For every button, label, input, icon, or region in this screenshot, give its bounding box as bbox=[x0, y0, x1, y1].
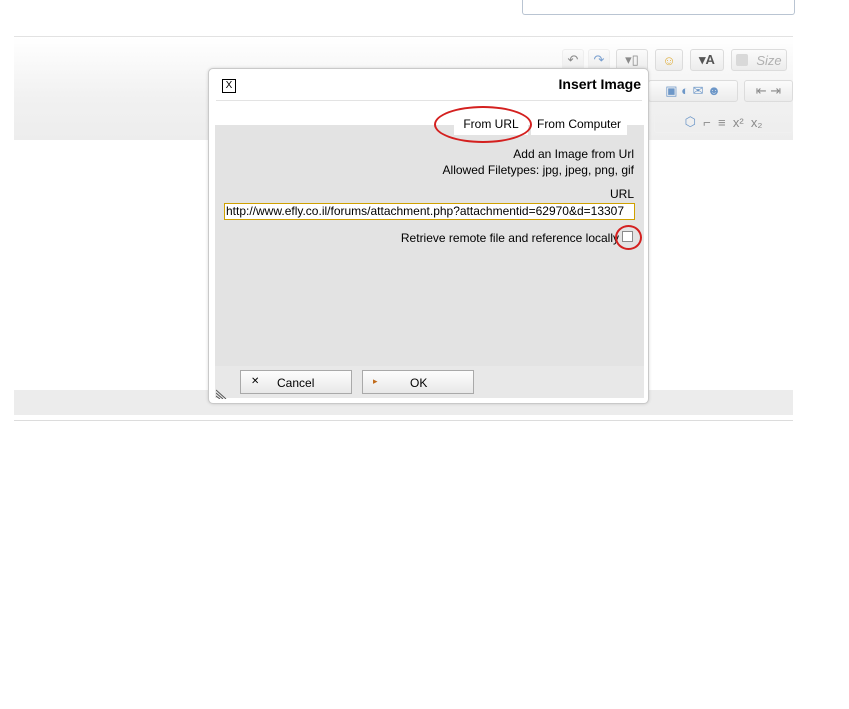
panel-heading: Add an Image from Url bbox=[513, 147, 634, 161]
font-color-icon[interactable]: ▾A bbox=[690, 49, 724, 71]
subscript-icon[interactable]: x₂ bbox=[751, 115, 763, 130]
resize-handle-icon[interactable] bbox=[216, 389, 228, 399]
retrieve-locally-label: Retrieve remote file and reference local… bbox=[400, 231, 619, 245]
size-placeholder: Size bbox=[756, 52, 782, 68]
align-icon[interactable]: ≡ bbox=[718, 115, 726, 130]
format-icons-group[interactable]: ⬡ ⌐ ≡ x² x₂ bbox=[654, 111, 793, 133]
ok-button[interactable]: ▸ OK bbox=[362, 370, 474, 394]
annotation-circle-from-url bbox=[434, 106, 532, 143]
divider bbox=[14, 420, 793, 421]
quote-icon[interactable]: ⌐ bbox=[703, 115, 711, 130]
indent-icons-group[interactable]: ⇤ ⇥ bbox=[744, 80, 793, 102]
close-button[interactable]: X bbox=[222, 79, 236, 93]
cancel-label: Cancel bbox=[277, 376, 315, 390]
dialog-footer: ✕ Cancel ▸ OK bbox=[215, 366, 644, 398]
annotation-circle-checkbox bbox=[615, 225, 642, 250]
play-icon: ▸ bbox=[373, 376, 378, 386]
url-input[interactable]: http://www.efly.co.il/forums/attachment.… bbox=[224, 203, 635, 220]
allowed-filetypes: Allowed Filetypes: jpg, jpeg, png, gif bbox=[442, 163, 634, 177]
url-panel: Add an Image from Url Allowed Filetypes:… bbox=[215, 125, 644, 366]
divider bbox=[216, 100, 642, 101]
close-icon: ✕ bbox=[251, 376, 260, 387]
url-label: URL bbox=[609, 187, 634, 201]
link-icon[interactable]: ⬡ bbox=[685, 114, 696, 130]
insert-icons-group[interactable]: ▣ ◐ ✉ ☻ bbox=[648, 80, 738, 102]
smiley-icon[interactable]: ☺ bbox=[655, 49, 683, 71]
tab-from-computer[interactable]: From Computer bbox=[531, 114, 627, 135]
top-text-field[interactable] bbox=[522, 0, 795, 15]
superscript-icon[interactable]: x² bbox=[733, 115, 744, 130]
insert-image-dialog: X Insert Image Add an Image from Url All… bbox=[208, 68, 649, 404]
dialog-title: Insert Image bbox=[558, 76, 641, 92]
chevron-down-icon bbox=[736, 54, 748, 66]
cancel-button[interactable]: ✕ Cancel bbox=[240, 370, 352, 394]
ok-label: OK bbox=[410, 376, 428, 390]
size-select[interactable]: Size bbox=[731, 49, 787, 71]
